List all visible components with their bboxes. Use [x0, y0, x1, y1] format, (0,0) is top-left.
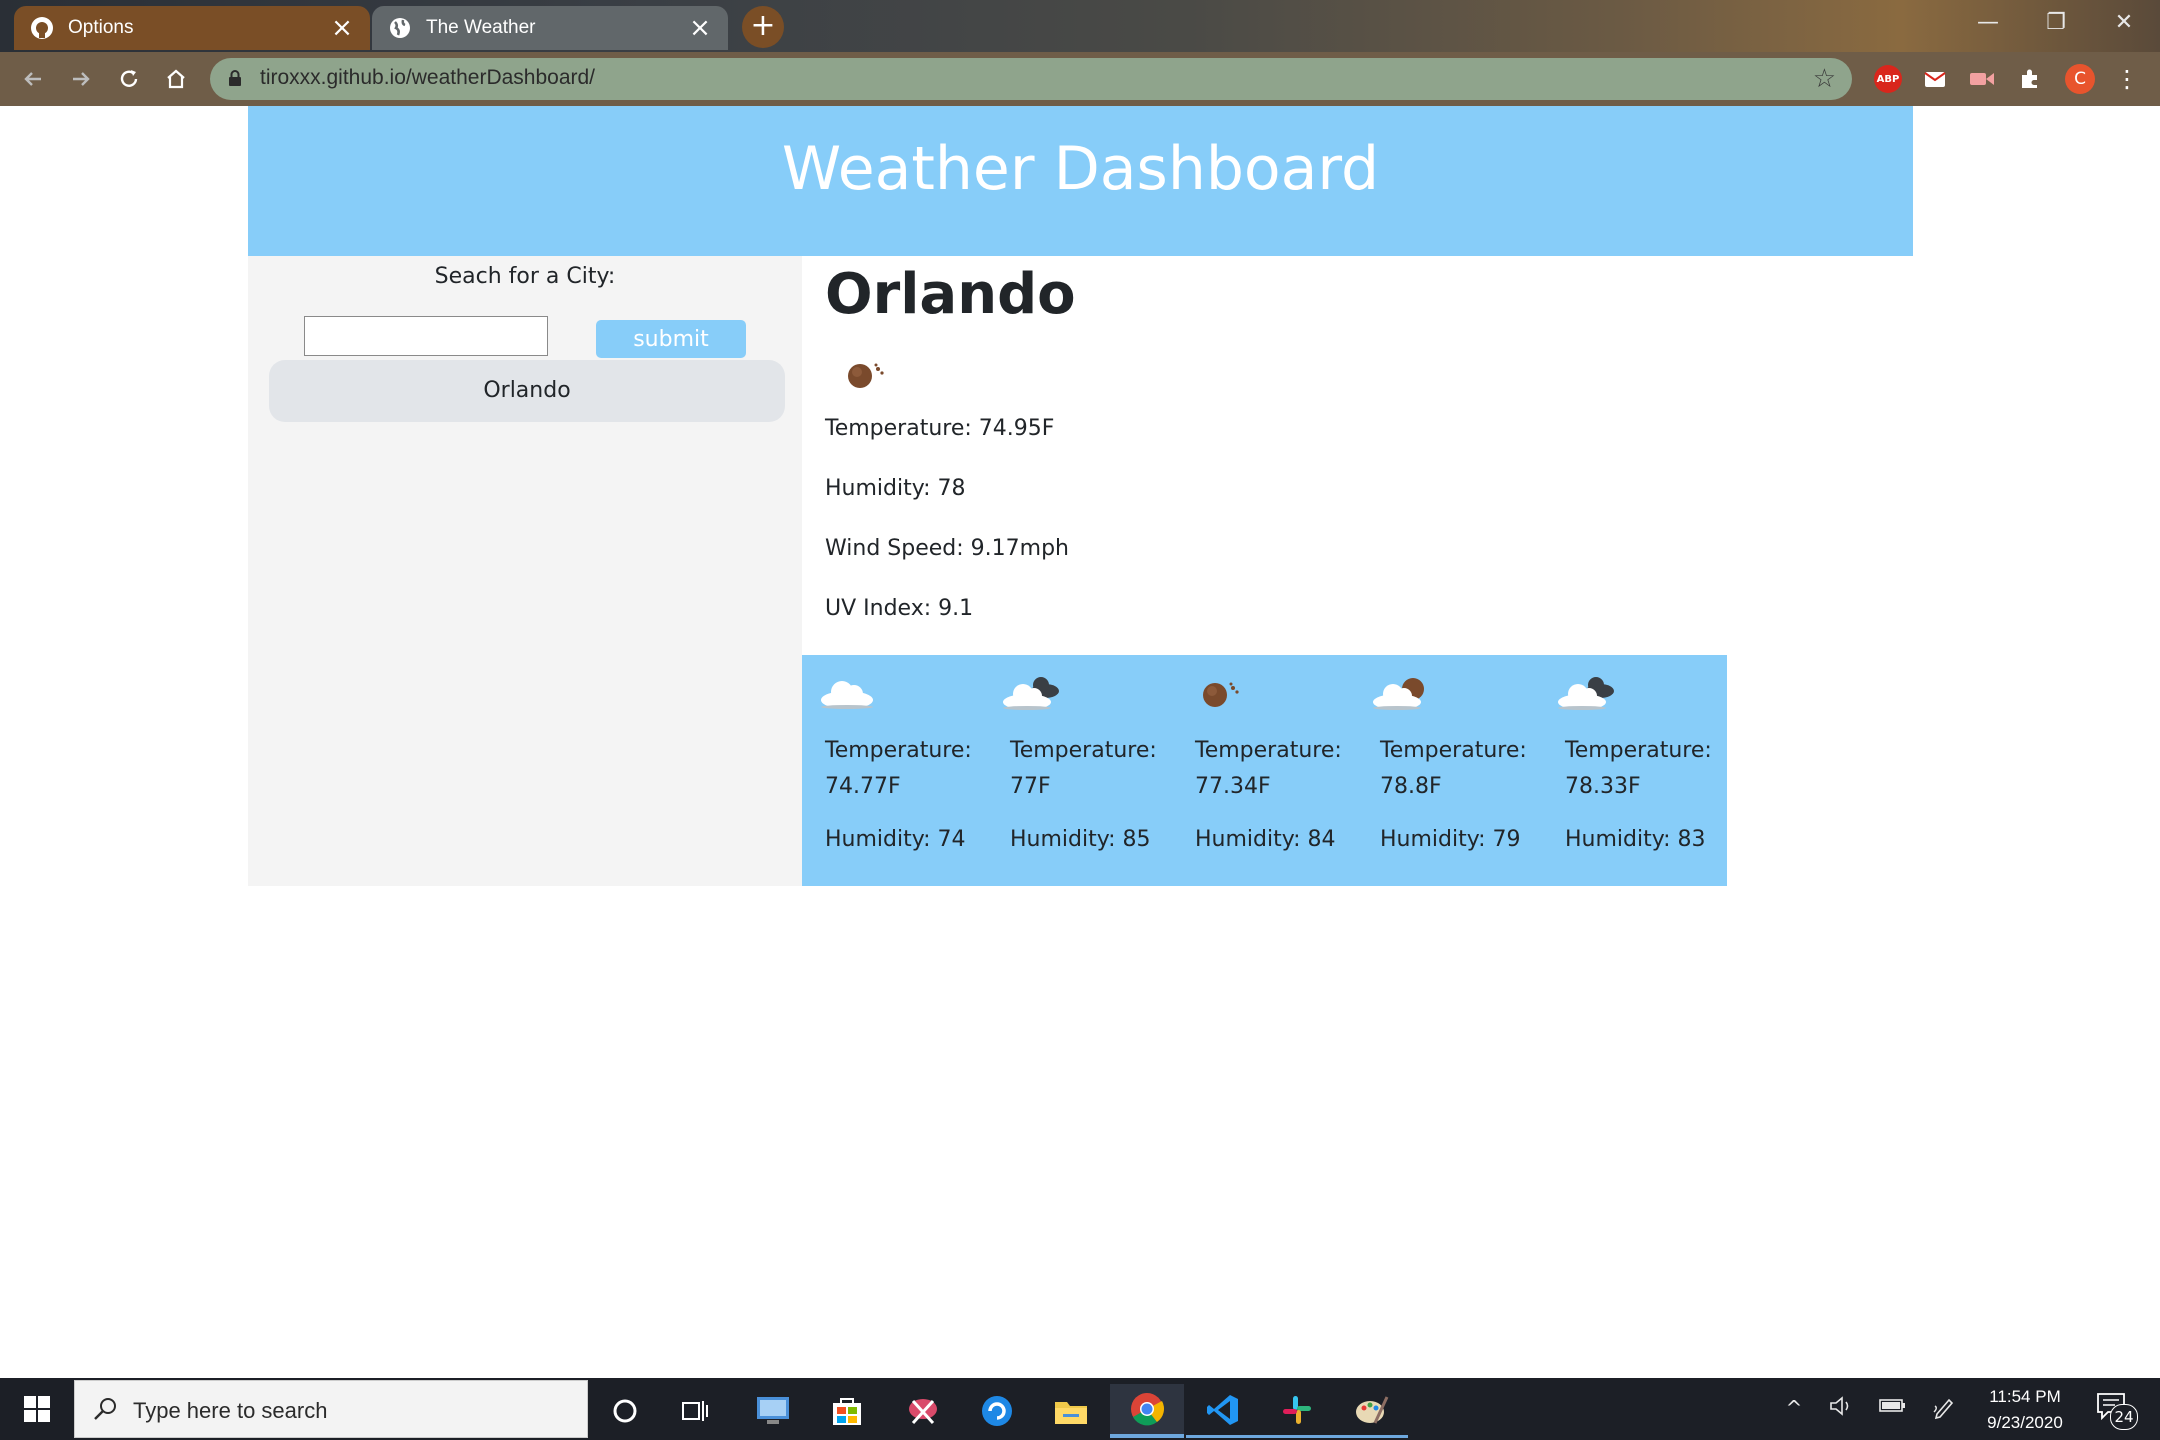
- tab-label: Options: [68, 17, 134, 38]
- tab-label: The Weather: [426, 17, 536, 38]
- forecast-card: Temperature: 74.77F Humidity: 74: [802, 655, 987, 886]
- forecast-humidity: Humidity: 74: [825, 827, 966, 852]
- five-day-forecast: Temperature: 74.77F Humidity: 74 Temperat…: [802, 655, 1727, 886]
- github-icon: [30, 16, 54, 40]
- windows-start-icon[interactable]: [14, 1392, 60, 1426]
- forecast-card: Temperature: 78.8F Humidity: 79: [1357, 655, 1542, 886]
- forecast-humidity: Humidity: 79: [1380, 827, 1521, 852]
- restore-icon[interactable]: ❐: [2028, 6, 2084, 40]
- snip-sketch-icon[interactable]: [886, 1384, 960, 1438]
- forecast-card: Temperature: 77F Humidity: 85: [987, 655, 1172, 886]
- forecast-temp-value: 74.77F: [825, 774, 901, 799]
- forecast-temp-label: Temperature:: [1565, 738, 1712, 763]
- clock-time[interactable]: 11:54 PM: [1960, 1387, 2090, 1407]
- reload-icon[interactable]: [112, 62, 146, 96]
- edge-update-icon[interactable]: [960, 1384, 1034, 1438]
- cortana-icon[interactable]: [588, 1384, 662, 1438]
- volume-icon[interactable]: [1826, 1394, 1856, 1425]
- broken-clouds-icon: [1552, 667, 1622, 721]
- battery-icon[interactable]: [1876, 1394, 1908, 1422]
- menu-icon[interactable]: ⋮: [2115, 64, 2139, 94]
- video-extension-icon[interactable]: [1968, 65, 1996, 93]
- forward-icon[interactable]: [64, 62, 98, 96]
- chrome-taskbar-icon[interactable]: [1110, 1384, 1184, 1438]
- forecast-temp-value: 77.34F: [1195, 774, 1271, 799]
- forecast-humidity: Humidity: 84: [1195, 827, 1336, 852]
- taskbar-search-box[interactable]: Type here to search: [74, 1380, 588, 1438]
- sun-icon: [1182, 667, 1252, 721]
- history-city-button[interactable]: Orlando: [269, 360, 785, 422]
- lock-icon: [228, 69, 242, 91]
- page-title: Weather Dashboard: [781, 134, 1380, 204]
- forecast-temp-label: Temperature:: [1010, 738, 1157, 763]
- profile-avatar[interactable]: C: [2065, 64, 2095, 94]
- search-sidebar: Seach for a City: submit Orlando: [248, 256, 802, 886]
- bookmark-star-icon[interactable]: ☆: [1813, 65, 1836, 93]
- action-center-icon[interactable]: 24: [2096, 1392, 2138, 1430]
- forecast-temp-value: 78.33F: [1565, 774, 1641, 799]
- forecast-temp-label: Temperature:: [1380, 738, 1527, 763]
- page-content: Weather Dashboard Seach for a City: subm…: [0, 106, 2160, 1378]
- city-name: Orlando: [825, 262, 1076, 327]
- clock-date[interactable]: 9/23/2020: [1960, 1413, 2090, 1433]
- current-wind-speed: Wind Speed: 9.17mph: [825, 536, 1069, 561]
- forecast-card: Temperature: 77.34F Humidity: 84: [1172, 655, 1357, 886]
- search-icon: [91, 1395, 119, 1427]
- partly-cloudy-icon: [1367, 667, 1437, 721]
- forecast-temp-value: 78.8F: [1380, 774, 1442, 799]
- close-window-icon[interactable]: ✕: [2096, 6, 2152, 40]
- address-bar[interactable]: tiroxxx.github.io/weatherDashboard/ ☆: [210, 58, 1852, 100]
- minimize-icon[interactable]: —: [1960, 6, 2016, 40]
- paint-icon[interactable]: [1334, 1384, 1408, 1438]
- page-header: Weather Dashboard: [248, 106, 1913, 256]
- slack-icon[interactable]: [1260, 1384, 1334, 1438]
- puzzle-icon[interactable]: [2016, 65, 2044, 93]
- new-tab-button[interactable]: +: [742, 6, 784, 48]
- vscode-icon[interactable]: [1186, 1384, 1260, 1438]
- forecast-humidity: Humidity: 83: [1565, 827, 1706, 852]
- forecast-humidity: Humidity: 85: [1010, 827, 1151, 852]
- city-search-input[interactable]: [304, 316, 548, 356]
- globe-icon: [388, 16, 412, 40]
- file-explorer-icon[interactable]: [1034, 1384, 1108, 1438]
- forecast-temp-label: Temperature:: [1195, 738, 1342, 763]
- current-humidity: Humidity: 78: [825, 476, 966, 501]
- notification-count-badge: 24: [2110, 1404, 2138, 1430]
- current-temperature: Temperature: 74.95F: [825, 416, 1055, 441]
- sun-icon: [843, 356, 887, 396]
- task-view-icon[interactable]: [658, 1384, 732, 1438]
- tab-the-weather[interactable]: The Weather ×: [372, 6, 728, 50]
- microsoft-store-icon[interactable]: [810, 1384, 884, 1438]
- browser-toolbar: tiroxxx.github.io/weatherDashboard/ ☆ AB…: [0, 52, 2160, 106]
- browser-chrome: Options × The Weather × + — ❐ ✕ tiroxxx.…: [0, 0, 2160, 106]
- search-label: Seach for a City:: [434, 264, 616, 289]
- forecast-temp-label: Temperature:: [825, 738, 972, 763]
- remote-desktop-icon[interactable]: [736, 1384, 810, 1438]
- taskbar-search-placeholder: Type here to search: [133, 1398, 328, 1423]
- url-text[interactable]: tiroxxx.github.io/weatherDashboard/: [260, 66, 595, 90]
- submit-button[interactable]: submit: [596, 320, 746, 358]
- broken-clouds-icon: [997, 667, 1067, 721]
- mail-extension-icon[interactable]: [1921, 65, 1949, 93]
- show-hidden-icons-icon[interactable]: ^: [1782, 1394, 1806, 1422]
- close-icon[interactable]: ×: [328, 14, 356, 42]
- adblock-plus-icon[interactable]: ABP: [1874, 65, 1902, 93]
- cloud-icon: [812, 667, 882, 721]
- home-icon[interactable]: [159, 62, 193, 96]
- pen-icon[interactable]: [1930, 1394, 1958, 1427]
- taskbar: Type here to search ^ 11:54 PM 9/23/2020…: [0, 1378, 2160, 1440]
- back-icon[interactable]: [16, 62, 50, 96]
- tab-options[interactable]: Options ×: [14, 6, 370, 50]
- current-uv-index: UV Index: 9.1: [825, 596, 974, 621]
- close-icon[interactable]: ×: [686, 14, 714, 42]
- forecast-temp-value: 77F: [1010, 774, 1051, 799]
- forecast-card: Temperature: 78.33F Humidity: 83: [1542, 655, 1727, 886]
